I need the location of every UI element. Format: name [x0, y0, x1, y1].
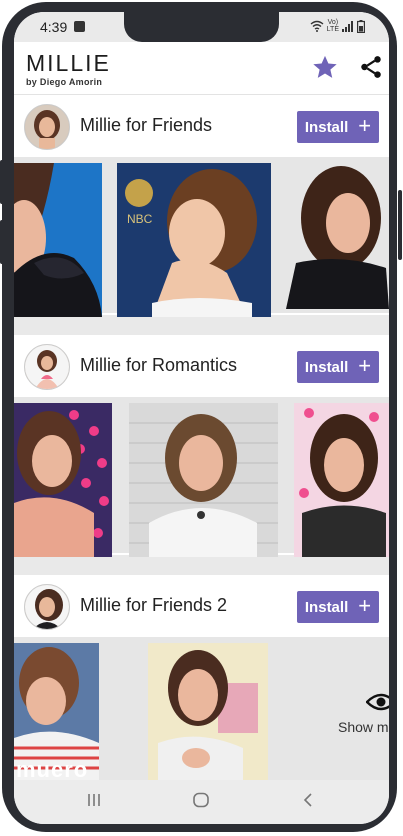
svg-text:NBC: NBC — [127, 212, 153, 226]
sticker-tray: muero Show m — [14, 637, 389, 780]
pack-avatar — [24, 104, 70, 150]
sticker-tray — [14, 397, 389, 557]
sticker-tray: NBC — [14, 157, 389, 317]
sticker-thumbnail[interactable] — [148, 643, 268, 780]
pack-title: Millie for Romantics — [80, 355, 238, 375]
app-title: MILLIE — [26, 50, 111, 76]
plus-icon: + — [358, 353, 372, 378]
battery-icon — [357, 19, 365, 33]
sticker-thumbnail[interactable]: muero — [14, 643, 99, 780]
pack-title: Millie for Friends 2 — [80, 595, 228, 615]
show-more-button[interactable]: Show m — [336, 692, 389, 735]
sticker-thumbnail[interactable] — [14, 163, 102, 317]
screen: 4:39 Vo) LTE MILLIE by Diego Amorin Mill… — [14, 12, 389, 824]
wifi-icon — [310, 20, 324, 32]
system-nav-bar — [14, 780, 389, 824]
plus-icon: + — [358, 113, 372, 138]
sticker-thumbnail[interactable] — [294, 403, 389, 557]
pack-avatar — [24, 584, 70, 630]
sticker-caption: muero — [16, 757, 89, 780]
recents-icon[interactable] — [86, 792, 102, 808]
install-button[interactable]: Install + — [297, 591, 379, 623]
install-button[interactable]: Install + — [297, 111, 379, 143]
volume-button-2 — [0, 220, 4, 264]
plus-icon: + — [358, 593, 372, 618]
sticker-pack-card[interactable]: Millie for Friends Install + NBC — [14, 95, 389, 317]
app-bar: MILLIE by Diego Amorin — [14, 42, 389, 95]
volume-button — [0, 160, 4, 204]
status-time: 4:39 — [40, 19, 68, 35]
app-subtitle: by Diego Amorin — [26, 77, 103, 87]
status-bar: 4:39 Vo) LTE — [14, 12, 389, 42]
pack-header: Millie for Friends 2 Install + — [14, 575, 389, 637]
install-label: Install — [304, 598, 349, 616]
status-icons: Vo) LTE — [310, 19, 365, 33]
install-button[interactable]: Install + — [297, 351, 379, 383]
install-label: Install — [304, 118, 349, 136]
pack-avatar — [24, 344, 70, 390]
sticker-pack-card[interactable]: Millie for Romantics Install + — [14, 335, 389, 557]
power-button — [398, 190, 402, 260]
volte-label: Vo) LTE — [326, 19, 339, 33]
star-icon[interactable] — [311, 53, 339, 81]
install-label: Install — [304, 358, 349, 376]
pack-title: Millie for Friends — [80, 115, 213, 135]
sticker-pack-list[interactable]: Millie for Friends Install + NBC Millie … — [14, 95, 389, 780]
camera-notch — [124, 12, 279, 42]
home-icon[interactable] — [192, 792, 210, 808]
phone-frame: 4:39 Vo) LTE MILLIE by Diego Amorin Mill… — [0, 0, 403, 836]
sticker-thumbnail[interactable] — [286, 163, 389, 309]
pack-header: Millie for Friends Install + — [14, 95, 389, 157]
notification-icon — [74, 21, 85, 32]
back-icon[interactable] — [301, 792, 315, 808]
show-more-label: Show m — [338, 719, 389, 735]
signal-icon — [342, 20, 353, 32]
eye-icon — [366, 693, 389, 711]
sticker-pack-card[interactable]: Millie for Friends 2 Install + muero Sho… — [14, 575, 389, 780]
sticker-thumbnail[interactable] — [14, 403, 112, 557]
pack-header: Millie for Romantics Install + — [14, 335, 389, 397]
sticker-thumbnail[interactable]: NBC — [117, 163, 271, 317]
sticker-thumbnail[interactable] — [129, 403, 278, 557]
share-icon[interactable] — [358, 54, 384, 80]
